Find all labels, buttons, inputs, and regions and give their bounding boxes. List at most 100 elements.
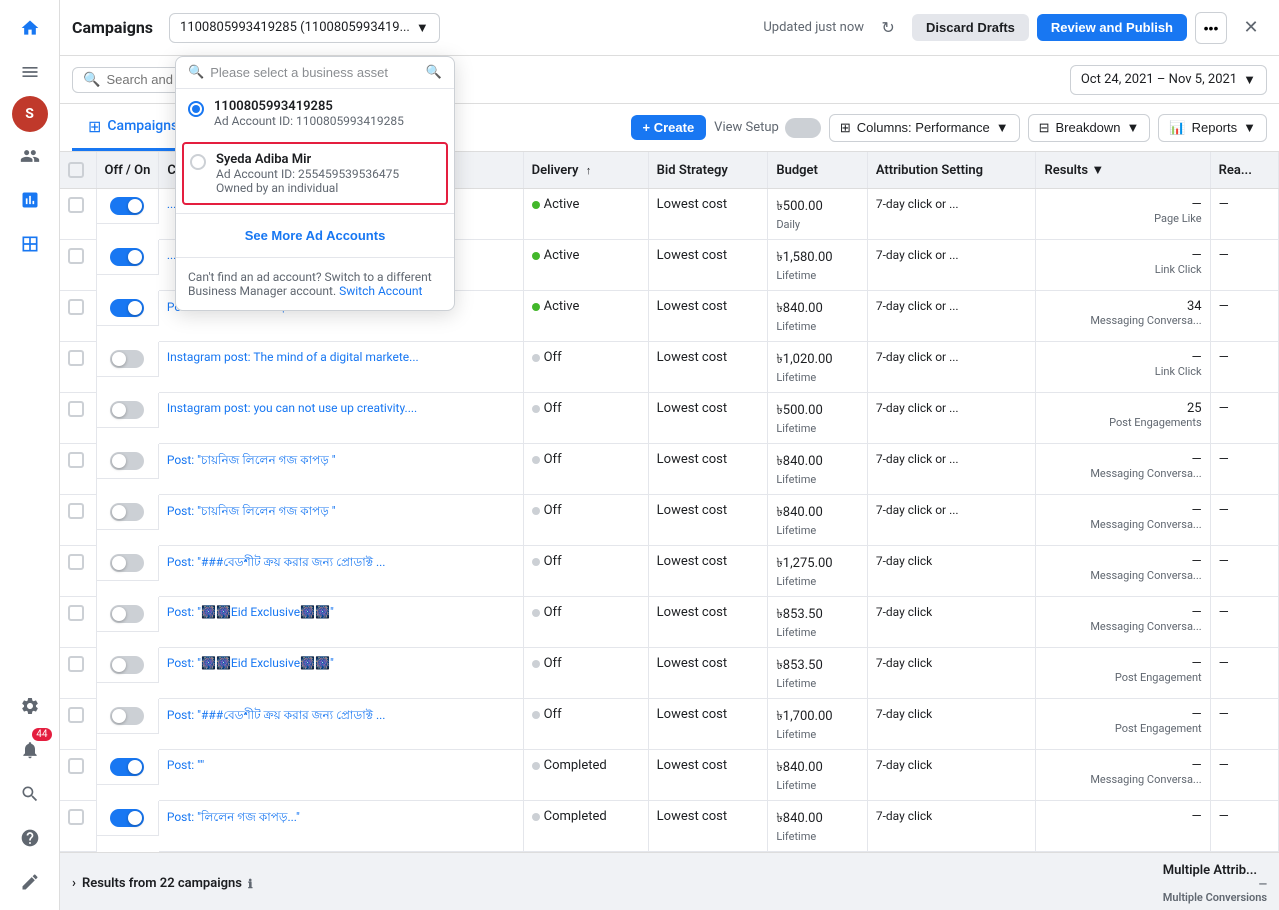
row-checkbox[interactable] bbox=[68, 248, 84, 264]
dropdown-item-2[interactable]: Syeda Adiba Mir Ad Account ID: 255459539… bbox=[182, 142, 448, 205]
see-more-accounts-button[interactable]: See More Ad Accounts bbox=[176, 218, 454, 253]
attribution-text: 7-day click bbox=[876, 758, 932, 772]
row-checkbox-cell bbox=[60, 189, 96, 240]
budget-amount: ৳840.00 bbox=[776, 809, 859, 830]
row-toggle-cell bbox=[97, 750, 159, 785]
nav-chart-icon[interactable] bbox=[10, 180, 50, 220]
results-filter-icon[interactable]: ▼ bbox=[1091, 163, 1104, 178]
row-checkbox[interactable] bbox=[68, 656, 84, 672]
row-delivery: Off bbox=[523, 393, 648, 444]
row-bid-strategy: Lowest cost bbox=[648, 240, 768, 291]
reports-button[interactable]: 📊 Reports ▼ bbox=[1158, 114, 1267, 142]
delivery-dot bbox=[532, 660, 540, 668]
row-delivery: Completed bbox=[523, 750, 648, 801]
row-checkbox[interactable] bbox=[68, 809, 84, 825]
nav-search-icon[interactable] bbox=[10, 774, 50, 814]
toggle-knob bbox=[128, 760, 142, 774]
campaign-toggle[interactable] bbox=[110, 299, 144, 317]
nav-help-icon[interactable] bbox=[10, 818, 50, 858]
row-delivery: Active bbox=[523, 291, 648, 342]
row-budget: ৳840.00 Lifetime bbox=[768, 291, 868, 342]
delivery-dot bbox=[532, 711, 540, 719]
row-checkbox[interactable] bbox=[68, 197, 84, 213]
delivery-status: Off bbox=[544, 401, 562, 416]
campaign-link[interactable]: Post: "চায়নিজ লিলেন গজ কাপড় " bbox=[167, 452, 457, 472]
campaign-link[interactable]: Post: "🎆🎆Eid Exclusive🎆🎆" bbox=[167, 656, 457, 670]
nav-people-icon[interactable] bbox=[10, 136, 50, 176]
row-toggle-cell bbox=[97, 393, 159, 428]
campaign-toggle[interactable] bbox=[110, 503, 144, 521]
nav-home-icon[interactable] bbox=[10, 8, 50, 48]
campaign-link[interactable]: Instagram post: The mind of a digital ma… bbox=[167, 350, 457, 364]
campaign-toggle[interactable] bbox=[110, 248, 144, 266]
campaign-link[interactable]: Instagram post: you can not use up creat… bbox=[167, 401, 457, 415]
campaign-link[interactable]: Post: "🎆🎆Eid Exclusive🎆🎆" bbox=[167, 605, 457, 619]
campaign-toggle[interactable] bbox=[110, 809, 144, 827]
row-attribution: 7-day click bbox=[867, 546, 1036, 597]
nav-bell-icon[interactable]: 44 bbox=[10, 730, 50, 770]
updated-text: Updated just now bbox=[763, 20, 864, 35]
nav-avatar[interactable]: S bbox=[12, 96, 48, 132]
row-checkbox[interactable] bbox=[68, 299, 84, 315]
campaign-toggle[interactable] bbox=[110, 656, 144, 674]
row-checkbox[interactable] bbox=[68, 401, 84, 417]
select-all-checkbox[interactable] bbox=[68, 162, 84, 178]
close-button[interactable]: ✕ bbox=[1235, 12, 1267, 44]
campaign-toggle[interactable] bbox=[110, 605, 144, 623]
create-button[interactable]: + Create bbox=[631, 115, 707, 140]
row-reach: — bbox=[1210, 648, 1278, 699]
breakdown-button[interactable]: ⊟ Breakdown ▼ bbox=[1028, 114, 1151, 142]
radio-2 bbox=[190, 154, 206, 170]
account-selector[interactable]: 1100805993419285 (1100805993419... ▼ bbox=[169, 13, 440, 43]
row-checkbox[interactable] bbox=[68, 503, 84, 519]
header-offon: Off / On bbox=[96, 152, 159, 189]
delivery-cell: Off bbox=[532, 452, 640, 467]
row-reach: — bbox=[1210, 189, 1278, 240]
campaign-toggle[interactable] bbox=[110, 401, 144, 419]
campaign-toggle[interactable] bbox=[110, 758, 144, 776]
toggle-knob bbox=[112, 658, 126, 672]
row-checkbox-cell bbox=[60, 291, 96, 342]
result-value: — bbox=[1191, 809, 1201, 824]
budget-period: Lifetime bbox=[776, 677, 859, 690]
toggle-knob bbox=[112, 505, 126, 519]
budget-amount: ৳840.00 bbox=[776, 758, 859, 779]
attribution-text: 7-day click or ... bbox=[876, 197, 959, 211]
campaign-toggle[interactable] bbox=[110, 554, 144, 572]
results-footer[interactable]: › Results from 22 campaigns ℹ Multiple A… bbox=[60, 852, 1279, 910]
budget-period: Lifetime bbox=[776, 269, 859, 282]
row-checkbox[interactable] bbox=[68, 452, 84, 468]
row-checkbox[interactable] bbox=[68, 605, 84, 621]
nav-table-icon[interactable] bbox=[10, 224, 50, 264]
switch-account-link[interactable]: Switch Account bbox=[339, 284, 422, 298]
campaign-link[interactable]: Post: "" bbox=[167, 758, 457, 772]
campaign-toggle[interactable] bbox=[110, 350, 144, 368]
campaign-link[interactable]: Post: "চায়নিজ লিলেন গজ কাপড় " bbox=[167, 503, 457, 523]
nav-compose-icon[interactable] bbox=[10, 862, 50, 902]
campaign-toggle[interactable] bbox=[110, 707, 144, 725]
nav-menu-icon[interactable] bbox=[10, 52, 50, 92]
row-checkbox[interactable] bbox=[68, 554, 84, 570]
campaign-link[interactable]: Post: "লিলেন গজ কাপড়..." bbox=[167, 809, 457, 829]
dropdown-search-input[interactable] bbox=[210, 65, 420, 80]
dropdown-item-1[interactable]: 1100805993419285 Ad Account ID: 11008059… bbox=[176, 89, 454, 138]
campaign-toggle[interactable] bbox=[110, 197, 144, 215]
row-attribution: 7-day click bbox=[867, 597, 1036, 648]
more-options-button[interactable]: ••• bbox=[1195, 12, 1227, 44]
expand-icon: › bbox=[72, 876, 76, 891]
nav-settings-icon[interactable] bbox=[10, 686, 50, 726]
row-checkbox[interactable] bbox=[68, 350, 84, 366]
campaign-link[interactable]: Post: "###বেডশীট ক্রয় করার জন্য প্রোডাক… bbox=[167, 554, 457, 574]
review-publish-button[interactable]: Review and Publish bbox=[1037, 14, 1187, 41]
discard-drafts-button[interactable]: Discard Drafts bbox=[912, 14, 1029, 41]
row-checkbox[interactable] bbox=[68, 758, 84, 774]
refresh-button[interactable]: ↻ bbox=[872, 12, 904, 44]
campaign-link[interactable]: Post: "###বেডশীট ক্রয় করার জন্য প্রোডাক… bbox=[167, 707, 457, 727]
row-budget: ৳840.00 Lifetime bbox=[768, 750, 868, 801]
header-delivery[interactable]: Delivery ↑ bbox=[523, 152, 648, 189]
date-selector[interactable]: Oct 24, 2021 – Nov 5, 2021 ▼ bbox=[1070, 65, 1267, 95]
view-setup-toggle[interactable] bbox=[785, 118, 821, 138]
row-checkbox[interactable] bbox=[68, 707, 84, 723]
campaign-toggle[interactable] bbox=[110, 452, 144, 470]
columns-button[interactable]: ⊞ Columns: Performance ▼ bbox=[829, 114, 1020, 142]
